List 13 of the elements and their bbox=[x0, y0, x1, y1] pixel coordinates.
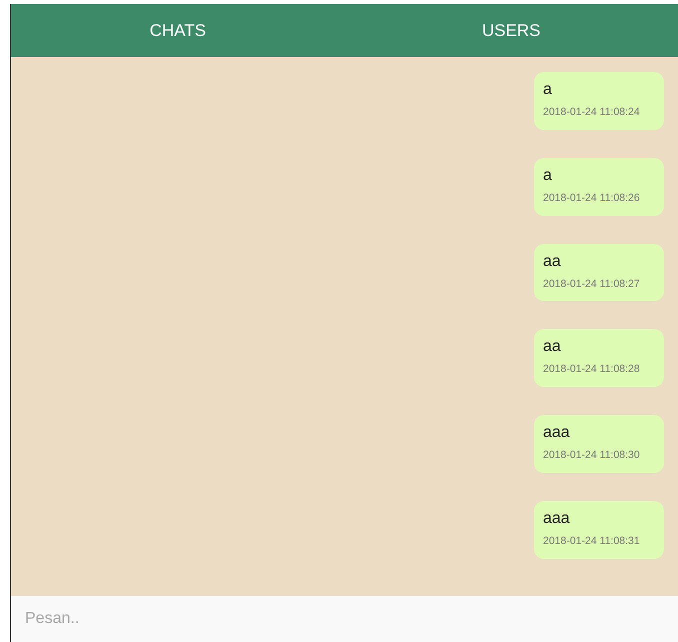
message-timestamp: 2018-01-24 11:08:26 bbox=[543, 190, 641, 206]
message-timestamp: 2018-01-24 11:08:31 bbox=[543, 534, 641, 549]
message-text: aa bbox=[543, 337, 562, 358]
message-text: aaa bbox=[543, 508, 571, 529]
message-timestamp: 2018-01-24 11:08:27 bbox=[543, 276, 641, 292]
message-input-field[interactable]: Pesan.. bbox=[11, 596, 678, 642]
message-timestamp: 2018-01-24 11:08:24 bbox=[543, 105, 641, 120]
message-text: aaa bbox=[543, 423, 571, 443]
message-timestamp: 2018-01-24 11:08:30 bbox=[543, 448, 641, 463]
message-timestamp: 2018-01-24 11:08:28 bbox=[543, 362, 641, 378]
message-text: a bbox=[543, 166, 553, 186]
message-text: a bbox=[543, 80, 553, 100]
message-text: aa bbox=[543, 252, 562, 272]
